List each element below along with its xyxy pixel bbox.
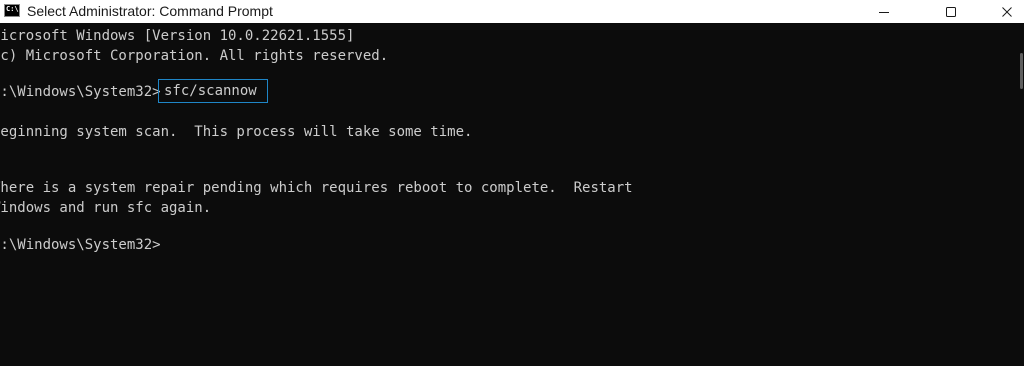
title-bar[interactable]: C:\ Select Administrator: Command Prompt	[0, 0, 1024, 23]
maximize-button[interactable]	[928, 0, 974, 23]
icon-label: C:\	[6, 5, 19, 13]
command-prompt-icon[interactable]: C:\	[4, 4, 20, 17]
window-title: Select Administrator: Command Prompt	[27, 3, 273, 19]
minimize-button[interactable]	[861, 0, 907, 23]
copyright-line: (c) Microsoft Corporation. All rights re…	[0, 48, 389, 64]
command-prompt-window: C:\ Select Administrator: Command Prompt…	[0, 0, 1024, 366]
version-line: Microsoft Windows [Version 10.0.22621.15…	[0, 28, 355, 44]
scan-status-line: Beginning system scan. This process will…	[0, 124, 473, 140]
repair-pending-line: There is a system repair pending which r…	[0, 180, 633, 196]
console-output[interactable]: Microsoft Windows [Version 10.0.22621.15…	[0, 23, 1018, 366]
scroll-thumb[interactable]	[1020, 53, 1023, 89]
current-prompt: C:\Windows\System32>	[0, 237, 161, 253]
repair-pending-line-2: Windows and run sfc again.	[0, 200, 212, 216]
minimize-icon	[879, 11, 889, 13]
close-icon	[1002, 6, 1012, 17]
prompt-line: C:\Windows\System32>	[0, 84, 161, 100]
maximize-icon	[946, 6, 956, 17]
close-button[interactable]	[984, 0, 1024, 23]
selected-command[interactable]: sfc/scannow	[158, 79, 268, 103]
vertical-scrollbar[interactable]	[1018, 23, 1024, 366]
